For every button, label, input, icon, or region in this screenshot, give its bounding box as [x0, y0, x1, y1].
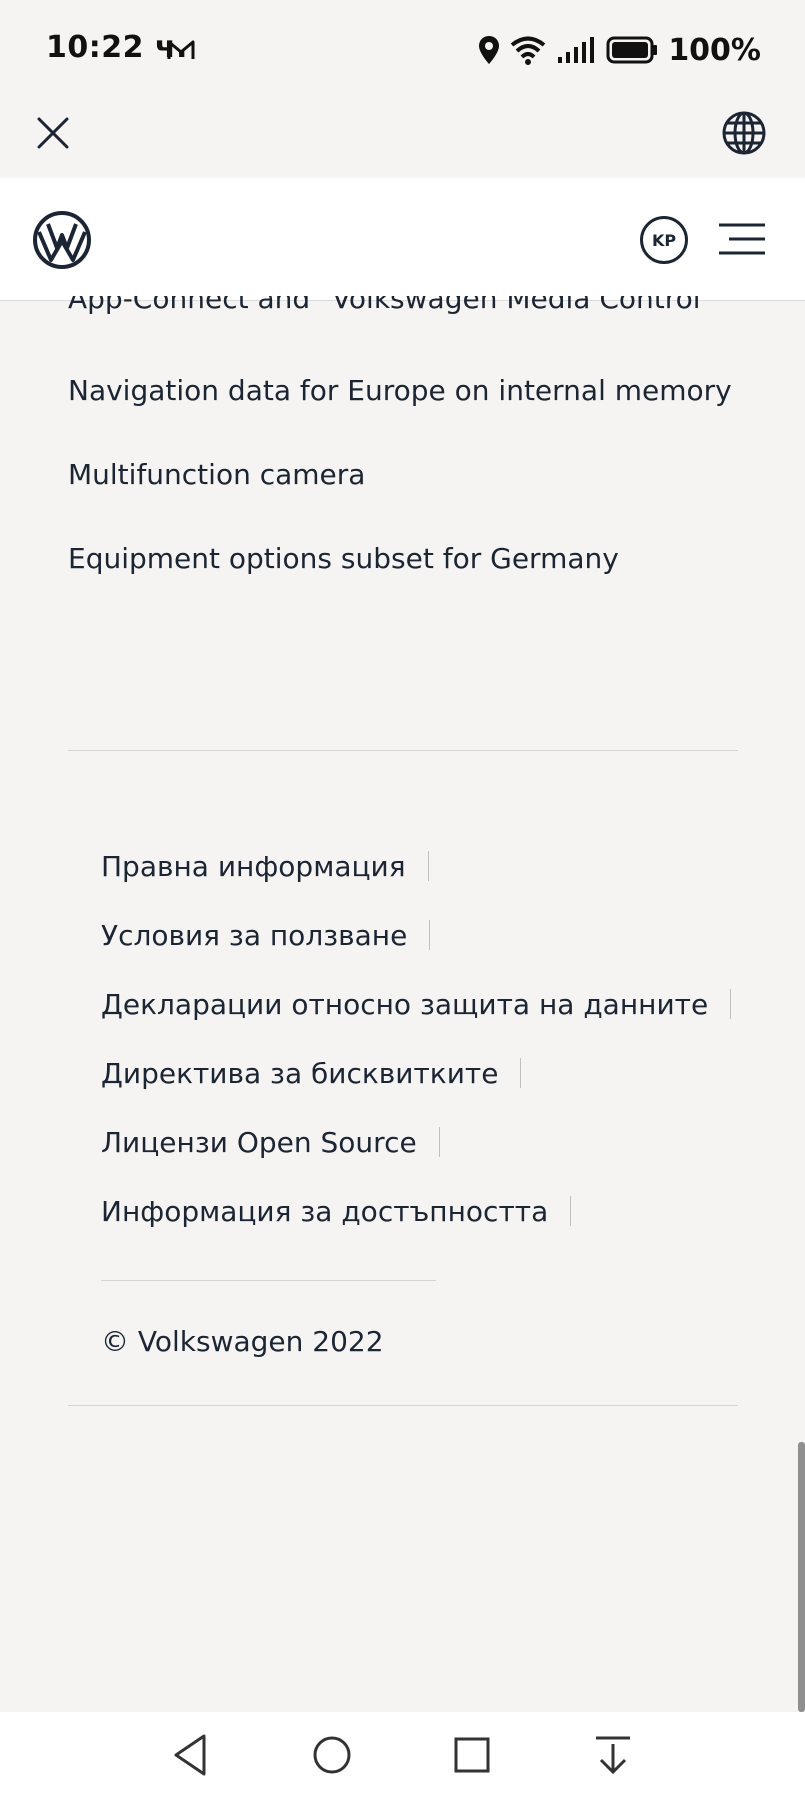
footer-link-label: Директива за бисквитките: [101, 1056, 499, 1090]
close-icon[interactable]: [34, 114, 72, 152]
list-item[interactable]: Navigation data for Europe on internal m…: [68, 374, 732, 407]
link-separator: [520, 1058, 522, 1088]
list-item[interactable]: Multifunction camera: [68, 458, 365, 491]
mail-icon: [167, 40, 195, 59]
link-separator: [730, 989, 732, 1019]
footer-link-label: Декларации относно защита на данните: [101, 987, 709, 1021]
footer-link-open-source[interactable]: Лицензи Open Source: [101, 1122, 440, 1162]
globe-icon[interactable]: [721, 110, 767, 156]
signal-icon: [558, 37, 595, 63]
footer-link-cookies[interactable]: Директива за бисквитките: [101, 1053, 522, 1093]
footer-link-label: Информация за достъпността: [101, 1194, 549, 1228]
status-icons: 100%: [478, 30, 761, 70]
divider: [68, 750, 738, 751]
copyright: © Volkswagen 2022: [101, 1325, 384, 1358]
link-separator: [429, 920, 431, 950]
footer-link-label: Лицензи Open Source: [101, 1125, 417, 1159]
account-badge[interactable]: KP: [640, 216, 688, 264]
divider: [101, 1280, 436, 1281]
link-separator: [438, 1127, 440, 1157]
link-separator: [570, 1196, 572, 1226]
menu-icon[interactable]: [719, 222, 765, 256]
list-item[interactable]: Equipment options subset for Germany: [68, 542, 619, 575]
back-icon[interactable]: [166, 1730, 216, 1780]
system-nav-bar: [0, 1712, 805, 1800]
footer-link-legal[interactable]: Правна информация: [101, 846, 429, 886]
link-separator: [427, 851, 429, 881]
scrollbar[interactable]: [798, 1442, 805, 1712]
wifi-icon: [511, 36, 546, 65]
status-bar: 10:22 ч. 100%: [0, 0, 805, 100]
notification-pull-icon[interactable]: [588, 1730, 638, 1780]
footer-link-privacy[interactable]: Декларации относно защита на данните: [101, 984, 732, 1024]
recents-icon[interactable]: [447, 1730, 497, 1780]
battery-percentage: 100%: [668, 32, 761, 68]
divider: [68, 1405, 738, 1406]
footer-link-accessibility[interactable]: Информация за достъпността: [101, 1191, 572, 1231]
vw-logo[interactable]: [32, 210, 92, 270]
footer-link-label: Условия за ползване: [101, 918, 408, 952]
top-bar: [0, 100, 805, 178]
battery-icon: [606, 36, 658, 64]
location-icon: [479, 36, 500, 64]
page: 10:22 ч. 100% KP App-Connect and "Volksw…: [0, 0, 805, 1800]
footer-link-terms[interactable]: Условия за ползване: [101, 915, 431, 955]
home-icon[interactable]: [307, 1730, 357, 1780]
footer-link-label: Правна информация: [101, 849, 406, 883]
site-header: KP: [0, 178, 805, 301]
